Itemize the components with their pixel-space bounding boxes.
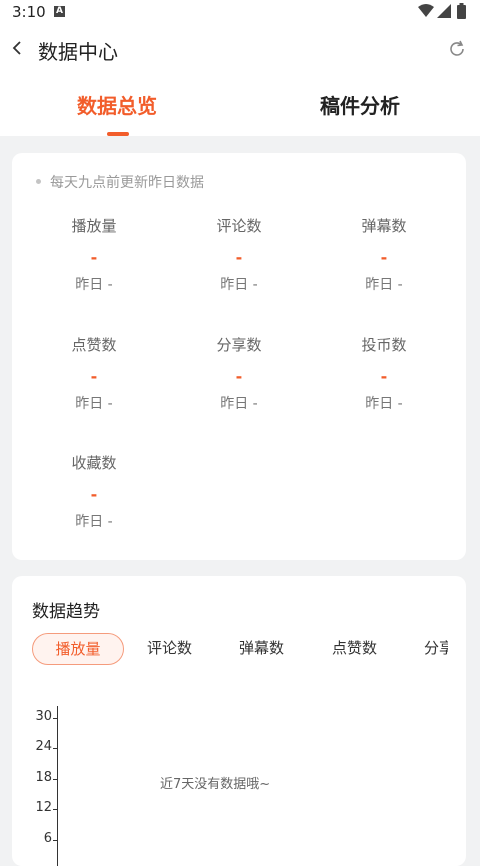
y-tick-mark (53, 840, 57, 841)
chevron-left-icon[interactable] (8, 36, 28, 60)
metric-danmaku-count[interactable]: 弹幕数 - 昨日 - (324, 216, 444, 295)
status-bar: 3:10 A (0, 0, 480, 24)
metric-like-count[interactable]: 点赞数 - 昨日 - (34, 335, 154, 414)
tab-content-analysis[interactable]: 稿件分析 (320, 90, 400, 119)
metric-comment-count[interactable]: 评论数 - 昨日 - (179, 216, 299, 295)
empty-state-message: 近7天没有数据哦~ (160, 777, 271, 792)
trend-title: 数据趋势 (32, 602, 100, 622)
metric-label: 收藏数 (71, 454, 117, 472)
metric-yesterday: 昨日 - (365, 396, 403, 412)
metric-label: 弹幕数 (361, 217, 407, 235)
metric-yesterday: 昨日 - (220, 277, 258, 293)
update-note: 每天九点前更新昨日数据 (36, 172, 204, 192)
metric-value: - (90, 485, 98, 504)
metric-yesterday: 昨日 - (75, 277, 113, 293)
metric-value: - (235, 367, 243, 386)
metric-label: 分享数 (216, 336, 262, 354)
tab-overview[interactable]: 数据总览 (77, 90, 157, 119)
metric-value: - (380, 367, 388, 386)
tab-indicator (107, 132, 129, 136)
metric-play-count[interactable]: 播放量 - 昨日 - (34, 216, 154, 295)
bullet-dot-icon (36, 179, 41, 184)
metric-label: 播放量 (71, 217, 117, 235)
metric-value: - (380, 248, 388, 267)
metric-favorite-count[interactable]: 收藏数 - 昨日 - (34, 453, 154, 532)
trend-card: 数据趋势 播放量 评论数 弹幕数 点赞数 分享 30 24 18 12 6 近7… (12, 576, 466, 866)
y-tick-label: 24 (35, 739, 52, 754)
signal-icon (437, 4, 451, 18)
metric-label: 投币数 (361, 336, 407, 354)
y-tick-label: 30 (35, 709, 52, 724)
metric-coin-count[interactable]: 投币数 - 昨日 - (324, 335, 444, 414)
pill-like-count[interactable]: 点赞数 (332, 633, 377, 663)
refresh-icon[interactable] (446, 38, 468, 60)
page-title: 数据中心 (38, 40, 118, 64)
a-letter-icon: A (54, 6, 65, 17)
metric-yesterday: 昨日 - (365, 277, 403, 293)
app-bar: 数据中心 (0, 24, 480, 76)
y-tick-mark (53, 718, 57, 719)
battery-icon (457, 3, 466, 19)
status-time: 3:10 (12, 3, 46, 21)
y-tick-label: 12 (35, 800, 52, 815)
pill-share-count[interactable]: 分享 (424, 633, 448, 663)
metric-yesterday: 昨日 - (220, 396, 258, 412)
tab-bar: 数据总览 稿件分析 (0, 76, 480, 136)
y-tick-mark (53, 809, 57, 810)
metric-value: - (235, 248, 243, 267)
metric-yesterday: 昨日 - (75, 514, 113, 530)
metric-label: 点赞数 (71, 336, 117, 354)
y-tick-mark (53, 748, 57, 749)
metric-share-count[interactable]: 分享数 - 昨日 - (179, 335, 299, 414)
y-axis-line (57, 706, 58, 866)
y-tick-mark (53, 779, 57, 780)
metric-label: 评论数 (216, 217, 262, 235)
update-note-text: 每天九点前更新昨日数据 (50, 175, 204, 191)
y-tick-label: 18 (35, 770, 52, 785)
pill-play-count[interactable]: 播放量 (32, 633, 124, 665)
pill-danmaku-count[interactable]: 弹幕数 (239, 633, 284, 663)
y-tick-label: 6 (43, 831, 52, 846)
metric-yesterday: 昨日 - (75, 396, 113, 412)
wifi-icon (418, 4, 434, 17)
pill-comment-count[interactable]: 评论数 (147, 633, 192, 663)
metric-value: - (90, 367, 98, 386)
metric-value: - (90, 248, 98, 267)
overview-card: 每天九点前更新昨日数据 播放量 - 昨日 - 评论数 - 昨日 - 弹幕数 - … (12, 153, 466, 560)
metric-filter-pills: 播放量 评论数 弹幕数 点赞数 分享 (32, 633, 448, 667)
